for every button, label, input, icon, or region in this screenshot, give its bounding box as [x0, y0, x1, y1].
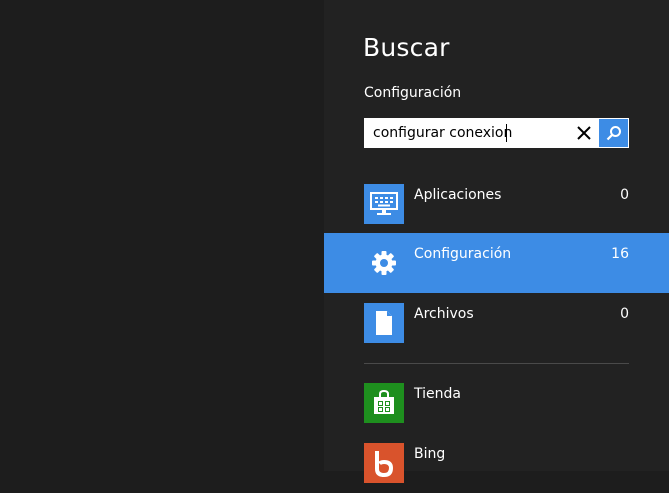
- app-item-store[interactable]: Tienda: [324, 373, 669, 433]
- app-label: Bing: [414, 446, 446, 462]
- search-button[interactable]: [599, 119, 628, 147]
- search-box: [364, 118, 629, 148]
- divider: [364, 363, 629, 364]
- search-input[interactable]: [364, 118, 570, 148]
- app-item-bing[interactable]: Bing: [324, 433, 669, 493]
- search-scope-apps[interactable]: Aplicaciones 0: [324, 174, 669, 234]
- search-scope-settings[interactable]: Configuración 16: [324, 233, 669, 293]
- search-scope-label: Configuración: [364, 85, 462, 101]
- result-label: Configuración: [414, 246, 512, 262]
- gear-icon: [364, 243, 404, 283]
- result-count: 16: [611, 246, 629, 262]
- search-icon: [606, 126, 621, 141]
- text-caret: [506, 124, 507, 142]
- clear-search-button[interactable]: [570, 118, 598, 148]
- search-scope-files[interactable]: Archivos 0: [324, 293, 669, 353]
- search-charm-pane: Buscar Configuración configurar conexion…: [324, 0, 669, 483]
- result-count: 0: [620, 306, 629, 322]
- result-label: Aplicaciones: [414, 187, 502, 203]
- apps-icon: [364, 184, 404, 224]
- desktop-background: [0, 0, 324, 471]
- pane-title: Buscar: [363, 33, 450, 62]
- bing-icon: [364, 443, 404, 483]
- result-count: 0: [620, 187, 629, 203]
- file-icon: [364, 303, 404, 343]
- close-icon: [577, 126, 591, 140]
- app-label: Tienda: [414, 386, 461, 402]
- result-label: Archivos: [414, 306, 474, 322]
- store-icon: [364, 383, 404, 423]
